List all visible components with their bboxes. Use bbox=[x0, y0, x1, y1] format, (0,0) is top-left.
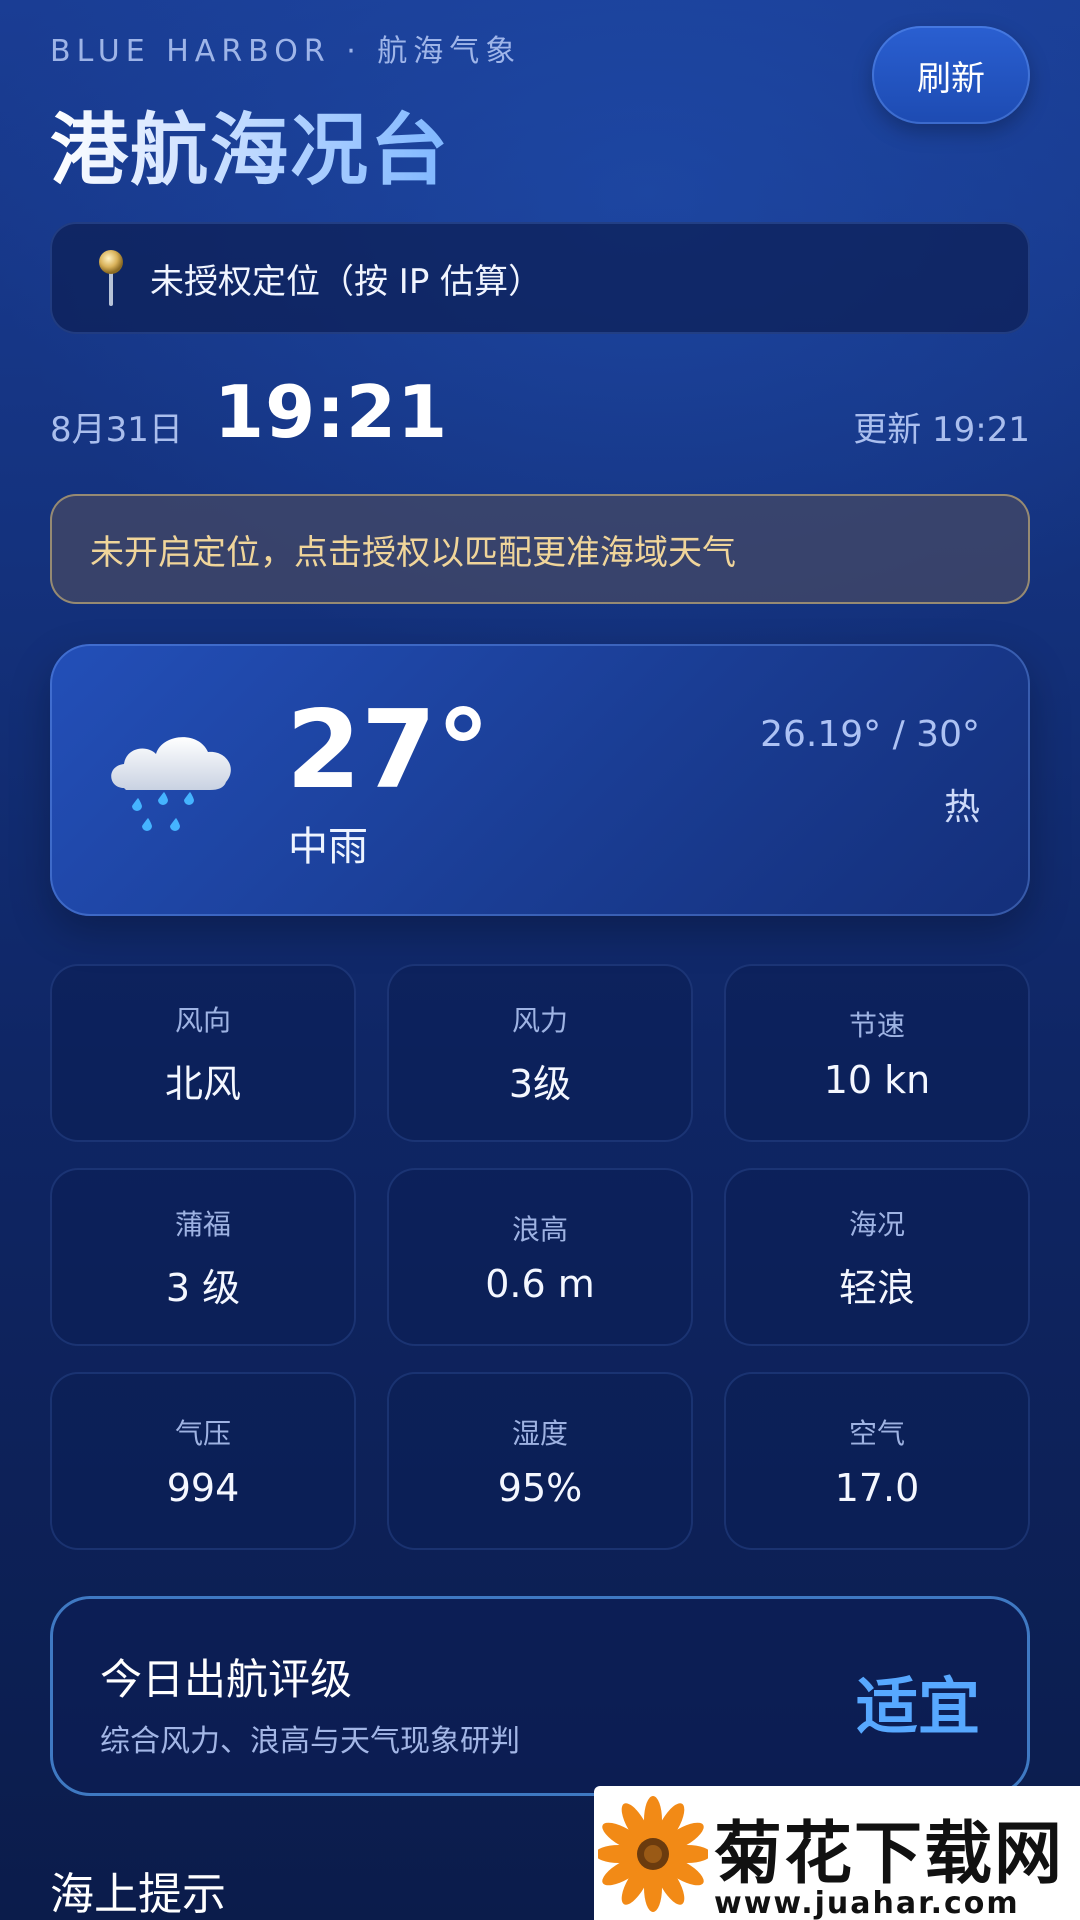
metric-humidity: 湿度 95% bbox=[387, 1372, 693, 1550]
rain-cloud-icon bbox=[111, 737, 231, 831]
metric-value: 3 级 bbox=[165, 1265, 241, 1310]
metric-value: 10 kn bbox=[823, 1058, 931, 1102]
metric-label: 风向 bbox=[174, 1003, 231, 1037]
updated-time: 更新 19:21 bbox=[853, 410, 1030, 450]
rating-subtitle: 综合风力、浪高与天气现象研判 bbox=[100, 1724, 520, 1759]
sea-tips-heading: 海上提示 bbox=[50, 1869, 226, 1920]
refresh-button[interactable]: 刷新 bbox=[872, 26, 1030, 124]
metric-label: 风力 bbox=[511, 1003, 568, 1037]
watermark: 菊花下载网 www.juahar.com bbox=[594, 1786, 1080, 1920]
sailing-rating-card[interactable]: 今日出航评级 综合风力、浪高与天气现象研判 适宜 bbox=[50, 1596, 1030, 1796]
temperature: 27° bbox=[286, 688, 491, 813]
weather-condition: 中雨 bbox=[288, 824, 368, 870]
metric-label: 浪高 bbox=[511, 1213, 568, 1246]
metric-label: 海况 bbox=[848, 1207, 905, 1241]
metric-wind-force: 风力 3级 bbox=[387, 964, 693, 1142]
app-screen: BLUE HARBOR · 航海气象 港航海况台 刷新 未授权定位（按 IP 估… bbox=[0, 0, 1080, 1920]
temperature-range: 26.19° / 30° bbox=[760, 714, 980, 755]
metric-value: 17.0 bbox=[834, 1466, 920, 1510]
flower-icon bbox=[598, 1796, 708, 1912]
brand-label: BLUE HARBOR · 航海气象 bbox=[50, 34, 522, 69]
pin-icon bbox=[99, 250, 123, 306]
location-text: 未授权定位（按 IP 估算） bbox=[150, 261, 543, 302]
feel-label: 热 bbox=[943, 787, 980, 828]
metric-label: 蒲福 bbox=[174, 1207, 231, 1241]
metric-air-quality: 空气 17.0 bbox=[724, 1372, 1030, 1550]
metric-sea-state: 海况 轻浪 bbox=[724, 1168, 1030, 1346]
current-date: 8月31日 bbox=[50, 410, 183, 450]
metric-label: 节速 bbox=[848, 1009, 905, 1042]
metric-value: 95% bbox=[497, 1466, 583, 1510]
metric-value: 北风 bbox=[164, 1061, 241, 1106]
watermark-text: 菊花下载网 bbox=[714, 1815, 1065, 1894]
watermark-url: www.juahar.com bbox=[714, 1886, 1020, 1920]
metric-label: 空气 bbox=[848, 1417, 905, 1450]
current-time: 19:21 bbox=[214, 370, 449, 454]
metrics-grid: 风向 北风 风力 3级 节速 10 kn 蒲福 3 级 浪高 0.6 m 海况 … bbox=[50, 964, 1030, 1550]
banner-text: 未开启定位，点击授权以匹配更准海域天气 bbox=[90, 532, 736, 573]
location-permission-banner[interactable]: 未开启定位，点击授权以匹配更准海域天气 bbox=[50, 494, 1030, 604]
metric-wind-direction: 风向 北风 bbox=[50, 964, 356, 1142]
rating-title: 今日出航评级 bbox=[100, 1655, 353, 1704]
metric-label: 湿度 bbox=[511, 1417, 568, 1450]
metric-value: 0.6 m bbox=[485, 1262, 595, 1306]
metric-pressure: 气压 994 bbox=[50, 1372, 356, 1550]
metric-value: 轻浪 bbox=[838, 1265, 915, 1310]
metric-label: 气压 bbox=[174, 1417, 231, 1450]
rating-value: 适宜 bbox=[855, 1670, 980, 1743]
metric-wind-speed: 节速 10 kn bbox=[724, 964, 1030, 1142]
metric-wave-height: 浪高 0.6 m bbox=[387, 1168, 693, 1346]
current-weather-card: 27° 中雨 26.19° / 30° 热 bbox=[50, 644, 1030, 916]
metric-beaufort: 蒲福 3 级 bbox=[50, 1168, 356, 1346]
metric-value: 994 bbox=[166, 1466, 240, 1510]
location-card[interactable]: 未授权定位（按 IP 估算） bbox=[50, 222, 1030, 334]
page-title: 港航海况台 bbox=[50, 88, 450, 200]
metric-value: 3级 bbox=[508, 1061, 572, 1106]
